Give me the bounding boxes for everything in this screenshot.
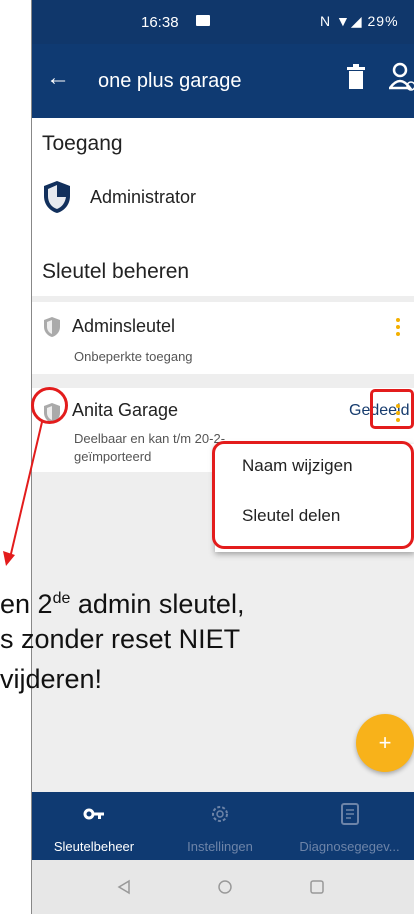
key-name: Anita Garage: [72, 400, 179, 420]
status-time: 16:38: [141, 14, 179, 31]
annotation-line-3: vijderen!: [0, 664, 103, 694]
nav-item-settings[interactable]: Instellingen: [156, 792, 284, 860]
annotation-arrow: [3, 421, 43, 566]
annotation-line-1: en 2de admin sleutel,: [0, 589, 245, 619]
back-arrow-icon[interactable]: ←: [46, 64, 70, 92]
back-triangle-icon[interactable]: [116, 879, 132, 895]
status-indicators: N ▼◢ 29%: [320, 13, 399, 29]
user-settings-icon[interactable]: [389, 62, 414, 92]
key-subtitle: Deelbaar en kan t/m 20-2-: [74, 431, 226, 446]
role-label: Administrator: [90, 186, 197, 207]
gear-icon: [212, 806, 228, 822]
access-section: Toegang Administrator: [32, 118, 414, 246]
key-name: Adminsleutel: [72, 316, 176, 336]
highlight-box: [370, 389, 414, 429]
highlight-box: [212, 441, 414, 549]
key-subtitle: geïmporteerd: [74, 449, 152, 464]
keys-header: Sleutel beheren: [32, 246, 414, 296]
nav-item-diagnostics[interactable]: Diagnosegegev...: [284, 792, 414, 860]
page-title: one plus garage: [98, 70, 242, 92]
nav-label: Instellingen: [187, 839, 253, 854]
system-navigation-bar: [32, 860, 414, 914]
shield-icon: [44, 317, 60, 337]
key-item[interactable]: Adminsleutel Onbeperkte toegang: [32, 302, 414, 374]
home-circle-icon[interactable]: [217, 879, 233, 895]
shield-icon: [44, 181, 70, 213]
gallery-icon: [196, 15, 210, 26]
access-heading: Toegang: [42, 132, 123, 155]
keys-heading: Sleutel beheren: [42, 260, 190, 283]
add-button[interactable]: +: [356, 714, 414, 772]
trash-icon[interactable]: [346, 64, 366, 90]
nav-label: Diagnosegegev...: [299, 839, 400, 854]
nav-item-key-management[interactable]: Sleutelbeheer: [32, 792, 156, 860]
admin-role-row: Administrator: [42, 180, 196, 214]
key-subtitle: Onbeperkte toegang: [74, 349, 193, 364]
bottom-navigation: Sleutelbeheer Instellingen Diagnosegegev…: [32, 792, 414, 860]
status-bar: 16:38 N ▼◢ 29%: [32, 0, 414, 44]
report-icon: [340, 803, 359, 825]
annotation-line-2: s zonder reset NIET: [0, 624, 241, 654]
recents-square-icon[interactable]: [310, 880, 324, 894]
nav-label: Sleutelbeheer: [53, 839, 135, 854]
key-icon: [83, 808, 104, 820]
app-bar: ← one plus garage: [32, 44, 414, 118]
more-options-icon[interactable]: [396, 318, 400, 339]
